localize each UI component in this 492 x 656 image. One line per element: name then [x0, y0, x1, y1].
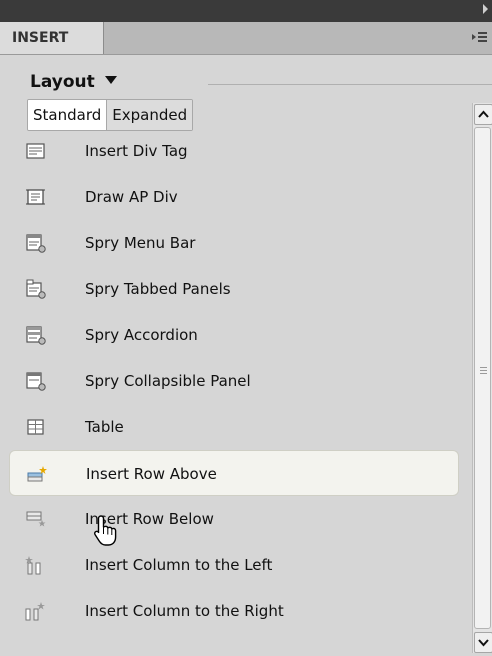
dropdown-arrow-icon [104, 76, 117, 84]
list-item-insert-div-tag[interactable]: Insert Div Tag [0, 128, 470, 174]
list-item-table[interactable]: Table [0, 404, 470, 450]
divider [208, 84, 492, 85]
list-item-draw-ap-div[interactable]: Draw AP Div [0, 174, 470, 220]
scroll-up-button[interactable] [474, 104, 492, 125]
spry-accordion-icon [26, 326, 46, 345]
list-item-spry-collapsible-panel[interactable]: Spry Collapsible Panel [0, 358, 470, 404]
list-item-insert-row-below[interactable]: Insert Row Below [0, 496, 470, 542]
list-item-spry-tabbed-panels[interactable]: Spry Tabbed Panels [0, 266, 470, 312]
list-item-insert-row-above[interactable]: Insert Row Above [9, 450, 459, 496]
ap-div-icon [26, 189, 45, 205]
item-label: Spry Collapsible Panel [85, 372, 251, 390]
item-label: Spry Accordion [85, 326, 198, 344]
item-label: Insert Column to the Right [85, 602, 284, 620]
insert-panel: INSERT Layout Standard Expanded Insert D… [0, 0, 492, 653]
table-icon [27, 419, 44, 435]
div-tag-icon [26, 143, 45, 159]
scroll-thumb[interactable] [474, 127, 491, 629]
spry-tabbed-panels-icon [26, 279, 46, 299]
item-label: Draw AP Div [85, 188, 178, 206]
insert-column-right-icon [25, 602, 45, 621]
category-label: Layout [30, 72, 95, 92]
panel-tab-row: INSERT [0, 22, 492, 55]
collapse-arrow-icon[interactable] [483, 4, 488, 14]
insert-row-below-icon [26, 511, 46, 527]
list-item-spry-menu-bar[interactable]: Spry Menu Bar [0, 220, 470, 266]
item-label: Spry Menu Bar [85, 234, 196, 252]
spry-menu-bar-icon [26, 234, 46, 253]
category-dropdown[interactable]: Layout [30, 72, 117, 92]
item-label: Insert Row Above [86, 465, 217, 483]
scroll-down-button[interactable] [474, 632, 492, 653]
view-mode-toggle: Standard Expanded [27, 99, 194, 131]
list-item-insert-column-left[interactable]: Insert Column to the Left [0, 542, 470, 588]
list-item-spry-accordion[interactable]: Spry Accordion [0, 312, 470, 358]
item-label: Insert Div Tag [85, 142, 188, 160]
chevron-up-icon [478, 110, 489, 118]
chevron-down-icon [478, 639, 489, 647]
panel-options-menu-icon[interactable] [472, 30, 488, 44]
standard-mode-button[interactable]: Standard [28, 100, 107, 130]
item-label: Insert Row Below [85, 510, 214, 528]
item-label: Spry Tabbed Panels [85, 280, 231, 298]
list-item-insert-column-right[interactable]: Insert Column to the Right [0, 588, 470, 634]
item-label: Table [85, 418, 124, 436]
panel-title-bar[interactable] [0, 0, 492, 22]
spry-collapsible-panel-icon [26, 372, 46, 391]
item-label: Insert Column to the Left [85, 556, 273, 574]
vertical-scrollbar[interactable] [472, 103, 492, 653]
insert-column-left-icon [25, 556, 41, 575]
tab-insert[interactable]: INSERT [0, 22, 104, 54]
expanded-mode-button[interactable]: Expanded [106, 100, 193, 130]
insert-row-above-icon [27, 466, 47, 482]
